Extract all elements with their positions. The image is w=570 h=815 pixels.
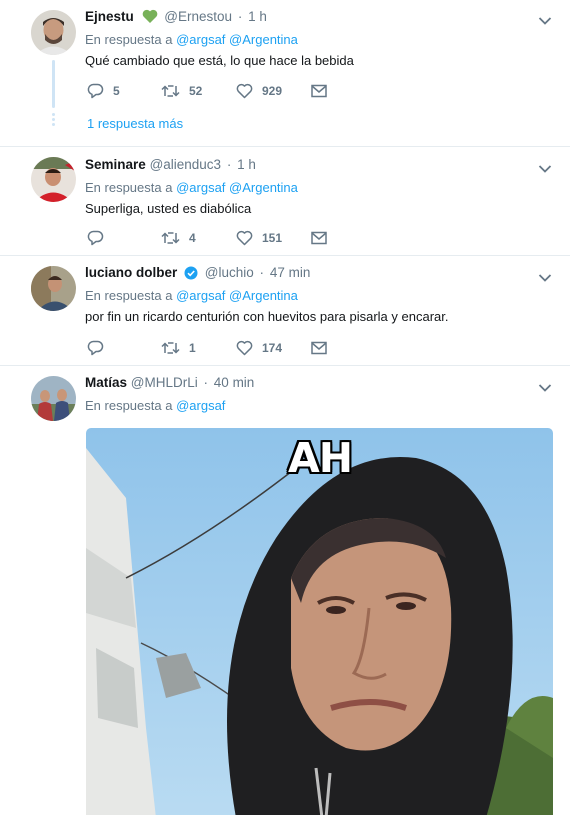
green-heart-icon	[142, 9, 158, 30]
timestamp[interactable]: 1 h	[248, 9, 267, 24]
meme-caption: AH	[288, 434, 353, 482]
reply-context: En respuesta a @argsaf @Argentina	[85, 31, 550, 49]
timestamp[interactable]: 1 h	[237, 157, 256, 172]
mention-link[interactable]: @argsaf	[176, 398, 225, 413]
display-name[interactable]: luciano dolber	[85, 265, 177, 280]
reply-prefix: En respuesta a	[85, 288, 173, 303]
reply-button[interactable]	[87, 228, 104, 248]
direct-message-button[interactable]	[311, 81, 327, 101]
tweet-header: Ejnestu @Ernestou · 1 h	[85, 7, 550, 27]
reply-prefix: En respuesta a	[85, 180, 173, 195]
retweet-button[interactable]: 4	[161, 228, 196, 248]
mention-link[interactable]: @argsaf	[176, 288, 225, 303]
retweet-icon	[161, 232, 180, 244]
tweet-text: Qué cambiado que está, lo que hace la be…	[85, 53, 354, 68]
user-handle[interactable]: @Ernestou	[164, 9, 232, 24]
direct-message-button[interactable]	[311, 338, 327, 358]
retweet-icon	[161, 342, 180, 354]
chevron-down-icon[interactable]	[538, 161, 552, 173]
avatar[interactable]	[31, 157, 76, 202]
display-name[interactable]: Matías	[85, 375, 127, 390]
heart-icon	[236, 340, 253, 356]
separator-dot: ·	[203, 375, 209, 390]
chevron-down-icon[interactable]	[538, 270, 552, 282]
chevron-down-icon[interactable]	[538, 380, 552, 392]
retweet-button[interactable]: 1	[161, 338, 196, 358]
retweet-icon	[161, 85, 180, 97]
thread-dots	[52, 113, 55, 128]
like-count: 174	[262, 341, 283, 355]
separator-dot: ·	[237, 9, 243, 24]
separator-dot: ·	[226, 157, 232, 172]
reply-prefix: En respuesta a	[85, 32, 173, 47]
thread-line	[52, 60, 55, 108]
heart-icon	[236, 230, 253, 246]
user-handle[interactable]: @luchio	[205, 265, 254, 280]
envelope-icon	[311, 84, 327, 98]
mention-link[interactable]: @argsaf	[176, 180, 225, 195]
envelope-icon	[311, 341, 327, 355]
avatar[interactable]	[31, 376, 76, 421]
timestamp[interactable]: 40 min	[214, 375, 255, 390]
retweet-count: 52	[189, 84, 203, 98]
reply-button[interactable]: 5	[87, 81, 120, 101]
like-button[interactable]: 929	[236, 81, 282, 101]
reply-count: 5	[113, 84, 120, 98]
heart-icon	[236, 83, 253, 99]
mention-link[interactable]: @Argentina	[229, 32, 298, 47]
avatar[interactable]	[31, 266, 76, 311]
separator-dot: ·	[259, 265, 265, 280]
envelope-icon	[311, 231, 327, 245]
reply-prefix: En respuesta a	[85, 398, 173, 413]
reply-icon	[87, 340, 104, 356]
display-name[interactable]: Ejnestu	[85, 9, 134, 24]
tweet-luciano-dolber[interactable]: luciano dolber @luchio · 47 min En respu…	[0, 256, 570, 366]
user-handle[interactable]: @MHLDrLi	[131, 375, 198, 390]
avatar[interactable]	[31, 10, 76, 55]
tweet-header: Seminare @alienduc3 · 1 h	[85, 155, 550, 175]
retweet-count: 1	[189, 341, 196, 355]
reply-button[interactable]	[87, 338, 104, 358]
timestamp[interactable]: 47 min	[270, 265, 311, 280]
reply-context: En respuesta a @argsaf @Argentina	[85, 179, 550, 197]
chevron-down-icon[interactable]	[538, 13, 552, 25]
retweet-button[interactable]: 52	[161, 81, 202, 101]
tweet-media-image[interactable]: AH	[86, 428, 553, 815]
tweet-ejnestu[interactable]: Ejnestu @Ernestou · 1 h En respuesta a @…	[0, 0, 570, 147]
reply-icon	[87, 83, 104, 99]
retweet-count: 4	[189, 231, 196, 245]
like-count: 929	[262, 84, 283, 98]
tweet-header: luciano dolber @luchio · 47 min	[85, 263, 550, 283]
verified-badge-icon	[184, 266, 198, 286]
more-replies-link[interactable]: 1 respuesta más	[87, 116, 183, 131]
reply-icon	[87, 230, 104, 246]
mention-link[interactable]: @Argentina	[229, 180, 298, 195]
like-button[interactable]: 174	[236, 338, 282, 358]
user-handle[interactable]: @alienduc3	[150, 157, 222, 172]
tweet-text: Superliga, usted es diabólica	[85, 201, 252, 216]
like-button[interactable]: 151	[236, 228, 282, 248]
mention-link[interactable]: @Argentina	[229, 288, 298, 303]
tweet-header: Matías @MHLDrLi · 40 min	[85, 373, 550, 393]
mention-link[interactable]: @argsaf	[176, 32, 225, 47]
tweet-seminare[interactable]: Seminare @alienduc3 · 1 h En respuesta a…	[0, 147, 570, 256]
direct-message-button[interactable]	[311, 228, 327, 248]
reply-context: En respuesta a @argsaf	[85, 397, 550, 415]
tweet-text: por fin un ricardo centurión con huevito…	[85, 309, 449, 324]
tweet-matias[interactable]: Matías @MHLDrLi · 40 min En respuesta a …	[0, 366, 570, 815]
like-count: 151	[262, 231, 283, 245]
display-name[interactable]: Seminare	[85, 157, 146, 172]
reply-context: En respuesta a @argsaf @Argentina	[85, 287, 550, 305]
